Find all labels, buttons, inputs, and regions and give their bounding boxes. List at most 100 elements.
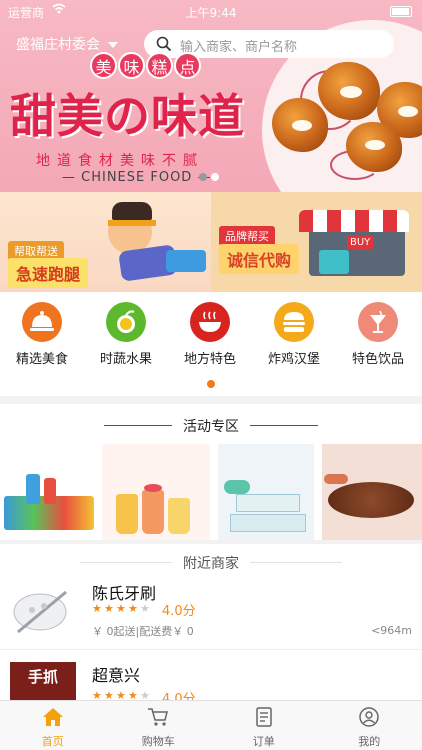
promo-purchase-title: 诚信代购 <box>219 244 300 274</box>
shop-name: 陈氏牙刷 <box>92 584 157 603</box>
app-screen: 运营商 上午9:44 盛福庄村委会 输入商家、商户名称 美 味 糕 点 甜美の味… <box>0 0 422 750</box>
status-bar: 运营商 上午9:44 <box>0 0 422 22</box>
cream-decoration <box>340 86 362 98</box>
banner-badge: 点 <box>174 52 201 79</box>
shop-name: 超意兴 <box>92 666 141 685</box>
search-icon <box>156 36 172 52</box>
category-item[interactable]: 炸鸡汉堡 <box>252 302 336 367</box>
banner-title: 甜美の味道 <box>10 89 245 143</box>
tab-home[interactable]: 首页 <box>0 701 106 750</box>
banner-badge: 味 <box>118 52 145 79</box>
star-icon: ★ <box>116 602 126 615</box>
category-item[interactable]: 特色饮品 <box>336 302 420 367</box>
tab-label: 首页 <box>41 735 64 748</box>
cream-decoration <box>292 120 312 131</box>
food-image <box>324 474 348 484</box>
courier-hair <box>112 202 152 220</box>
category-label: 精选美食 <box>15 352 68 367</box>
home-icon <box>42 708 63 726</box>
banner-badge: 美 <box>90 52 117 79</box>
shop-awning <box>299 210 409 232</box>
shop-score: 4.0分 <box>162 604 196 619</box>
category-grid: 精选美食 时蔬水果 地方特色 炸鸡汉堡 特色饮品 <box>0 292 422 396</box>
gift-box <box>319 250 349 274</box>
burger-icon <box>274 302 314 342</box>
star-icon: ★ <box>128 602 138 615</box>
drink-cup-image <box>168 498 190 534</box>
category-item[interactable]: 精选美食 <box>0 302 84 367</box>
shop-row[interactable]: 陈氏牙刷 ★ ★ ★ ★ ★ 4.0分 ￥ 0起送|配送费￥ 0 <964m <box>0 578 422 650</box>
star-icon: ★ <box>104 602 114 615</box>
shop-score: 4.0分 <box>162 692 196 700</box>
category-label: 地方特色 <box>183 352 236 367</box>
drink-icon <box>358 302 398 342</box>
order-icon <box>256 707 272 727</box>
tab-label: 我的 <box>358 735 381 748</box>
fruit-icon <box>106 302 146 342</box>
shop-logo <box>10 582 74 640</box>
cream-decoration <box>398 106 418 117</box>
activity-card[interactable] <box>102 444 218 540</box>
banner-badges: 美 味 糕 点 <box>90 52 202 79</box>
tab-cart[interactable]: 购物车 <box>106 701 212 750</box>
cream-decoration <box>365 140 385 150</box>
tab-bar: 首页 购物车 订单 我的 <box>0 700 422 750</box>
category-page-dot[interactable] <box>207 380 215 388</box>
activity-title: 活动专区 <box>183 419 239 435</box>
star-icon: ★ <box>92 602 102 615</box>
berry-image <box>144 484 162 492</box>
nearby-header: 附近商家 <box>0 544 422 578</box>
star-empty-icon: ★ <box>140 602 150 615</box>
rating-stars: ★ ★ ★ ★ ★ <box>92 690 152 700</box>
chevron-down-icon <box>108 42 118 48</box>
carousel-dot[interactable] <box>199 173 207 181</box>
shop-delivery-fee: ￥ 0起送|配送费￥ 0 <box>92 625 194 638</box>
star-icon: ★ <box>92 689 102 700</box>
drink-cup-image <box>116 494 138 534</box>
activity-carousel[interactable] <box>0 444 422 540</box>
star-icon: ★ <box>104 689 114 700</box>
food-plate-image <box>328 482 414 518</box>
promo-purchase[interactable]: BUY 品牌帮买 诚信代购 <box>211 192 422 292</box>
cloche-icon <box>22 302 62 342</box>
carousel-dots[interactable] <box>199 173 223 181</box>
activity-card[interactable] <box>0 444 102 540</box>
star-icon: ★ <box>116 689 126 700</box>
hotpot-icon <box>190 302 230 342</box>
banner-english: — CHINESE FOOD — <box>62 170 212 185</box>
location-selector[interactable]: 盛福庄村委会 <box>16 34 118 54</box>
tab-orders[interactable]: 订单 <box>211 701 317 750</box>
hero-banner[interactable]: 运营商 上午9:44 盛福庄村委会 输入商家、商户名称 美 味 糕 点 甜美の味… <box>0 0 422 192</box>
activity-card[interactable] <box>218 444 322 540</box>
bottle-image <box>44 478 56 504</box>
category-item[interactable]: 地方特色 <box>168 302 252 367</box>
section-divider <box>0 396 422 404</box>
category-label: 时蔬水果 <box>99 352 152 367</box>
star-icon: ★ <box>128 689 138 700</box>
activity-header: 活动专区 <box>0 404 422 444</box>
tab-label: 购物车 <box>141 735 175 748</box>
shop-row[interactable]: 手抓 超意兴 ★ ★ ★ ★ ★ 4.0分 <box>0 652 422 700</box>
tissue-box-image <box>236 494 300 512</box>
carousel-dot[interactable] <box>211 173 219 181</box>
buy-sign: BUY <box>347 236 374 249</box>
category-label: 特色饮品 <box>351 352 404 367</box>
category-label: 炸鸡汉堡 <box>267 352 320 367</box>
promo-errand[interactable]: 帮取帮送 急速跑腿 <box>0 192 211 292</box>
rating-stars: ★ ★ ★ ★ ★ <box>92 603 152 614</box>
bottle-image <box>26 474 40 504</box>
category-item[interactable]: 时蔬水果 <box>84 302 168 367</box>
profile-icon <box>359 707 379 727</box>
drink-cup-image <box>142 490 164 534</box>
header-rule <box>250 425 318 426</box>
tab-label: 订单 <box>252 735 275 748</box>
activity-card[interactable] <box>322 444 422 540</box>
courier-headband <box>108 220 156 226</box>
shop-distance: <964m <box>371 624 412 637</box>
banner-subtitle: 地道食材美味不腻 <box>36 153 204 169</box>
tissue-label-image <box>224 480 250 494</box>
header-rule <box>250 562 342 563</box>
shop-logo-text: 手抓 <box>27 668 58 686</box>
tab-profile[interactable]: 我的 <box>317 701 422 750</box>
status-time: 上午9:44 <box>185 6 237 20</box>
